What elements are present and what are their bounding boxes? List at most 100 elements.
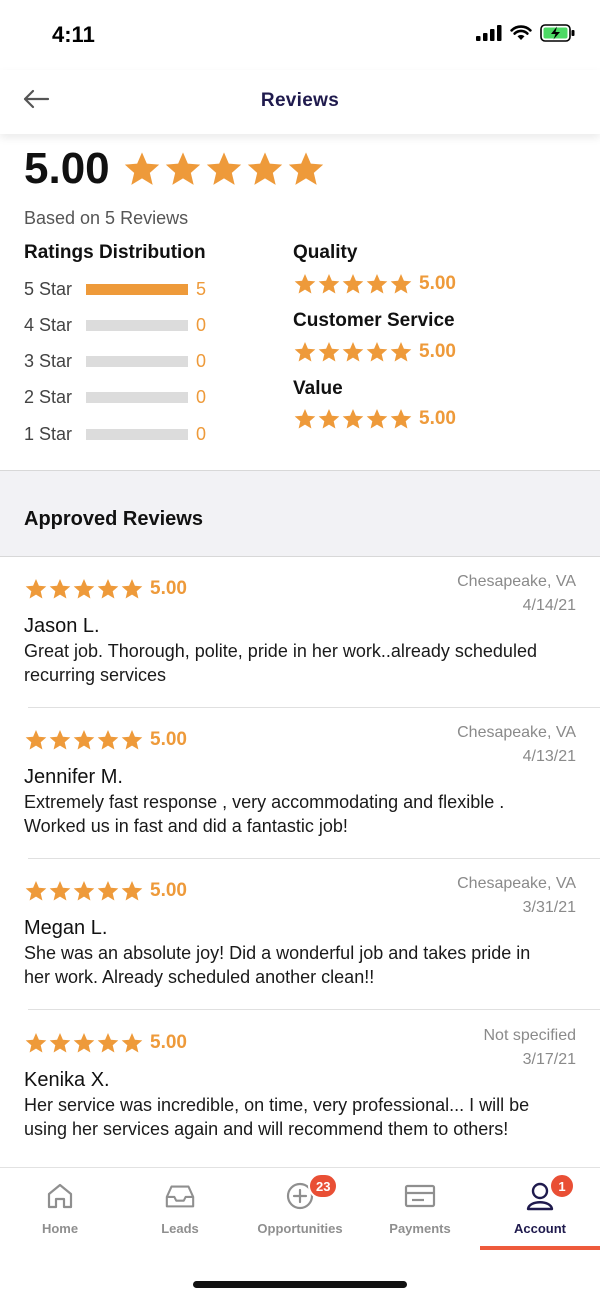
category-value: 5.00 bbox=[419, 341, 456, 362]
star-icon bbox=[318, 342, 340, 362]
star-icon bbox=[318, 409, 340, 429]
distribution-bar bbox=[86, 428, 188, 440]
star-icon bbox=[124, 152, 159, 185]
star-icon bbox=[121, 881, 143, 901]
tab-label: Opportunities bbox=[257, 1221, 343, 1236]
review-date: 3/31/21 bbox=[522, 899, 576, 916]
star-icon bbox=[294, 274, 316, 294]
category-title-value: Value bbox=[293, 378, 343, 399]
review-rating: 5.00 bbox=[24, 728, 187, 752]
tab-home[interactable]: Home bbox=[0, 1168, 120, 1248]
tab-leads[interactable]: Leads bbox=[120, 1168, 240, 1248]
review-location: Chesapeake, VA bbox=[457, 573, 576, 590]
review-location: Not specified bbox=[483, 1027, 577, 1044]
star-icon bbox=[73, 579, 95, 599]
distribution-count: 5 bbox=[196, 278, 207, 299]
tab-payments[interactable]: Payments bbox=[360, 1168, 480, 1248]
review-stars bbox=[24, 879, 144, 903]
star-icon bbox=[25, 1033, 47, 1053]
tab-label: Home bbox=[41, 1221, 79, 1236]
distribution-count: 0 bbox=[196, 386, 207, 407]
category-stars bbox=[293, 407, 413, 431]
star-icon bbox=[121, 1033, 143, 1053]
distribution-bar bbox=[86, 283, 188, 295]
battery-charging-icon bbox=[540, 24, 575, 42]
active-tab-indicator bbox=[480, 1246, 600, 1250]
distribution-title: Ratings Distribution bbox=[24, 242, 206, 263]
distribution-row-1: 1 Star 0 bbox=[24, 422, 206, 446]
distribution-count: 0 bbox=[196, 314, 207, 335]
star-icon bbox=[49, 730, 71, 750]
review-author: Kenika X. bbox=[24, 1069, 110, 1091]
review-stars bbox=[24, 728, 144, 752]
tab-account[interactable]: 1 Account bbox=[480, 1168, 600, 1248]
star-icon bbox=[294, 409, 316, 429]
category-title-customer-service: Customer Service bbox=[293, 310, 455, 331]
category-stars bbox=[293, 272, 413, 296]
tab-label: Account bbox=[514, 1221, 566, 1236]
distribution-bar bbox=[86, 391, 188, 403]
star-icon bbox=[342, 274, 364, 294]
category-stars bbox=[293, 340, 413, 364]
star-icon bbox=[121, 579, 143, 599]
distribution-bar bbox=[86, 355, 188, 367]
star-icon bbox=[49, 1033, 71, 1053]
review-text: Her service was incredible, on time, ver… bbox=[24, 1095, 530, 1139]
star-icon bbox=[49, 881, 71, 901]
star-icon bbox=[366, 409, 388, 429]
review-date: 4/13/21 bbox=[522, 748, 576, 765]
review-rating: 5.00 bbox=[24, 879, 187, 903]
review-item: 5.00 Chesapeake, VA 4/14/21 Jason L. Gre… bbox=[0, 557, 600, 708]
tab-label: Leads bbox=[161, 1221, 199, 1236]
category-title-quality: Quality bbox=[293, 242, 358, 263]
star-icon bbox=[25, 881, 47, 901]
category-value: 5.00 bbox=[419, 408, 456, 429]
approved-reviews-header: Approved Reviews bbox=[0, 470, 600, 557]
tab-opportunities[interactable]: 23 Opportunities bbox=[240, 1168, 360, 1248]
overall-stars bbox=[122, 149, 327, 189]
category-value: 5.00 bbox=[419, 273, 456, 294]
notification-badge: 23 bbox=[308, 1173, 339, 1199]
distribution-bar bbox=[86, 319, 188, 331]
star-icon bbox=[97, 579, 119, 599]
review-author: Jason L. bbox=[24, 615, 100, 637]
signal-icon bbox=[476, 25, 502, 41]
review-location: Chesapeake, VA bbox=[457, 724, 576, 741]
review-text: Extremely fast response , very accommoda… bbox=[24, 792, 505, 836]
home-icon bbox=[44, 1180, 76, 1212]
star-icon bbox=[206, 152, 241, 185]
star-icon bbox=[288, 152, 323, 185]
tab-label: Payments bbox=[389, 1221, 451, 1236]
star-icon bbox=[165, 152, 200, 185]
star-icon bbox=[318, 274, 340, 294]
review-rating: 5.00 bbox=[24, 1031, 187, 1055]
status-bar: 4:11 bbox=[0, 0, 600, 70]
review-author: Megan L. bbox=[24, 917, 108, 939]
distribution-row-3: 3 Star 0 bbox=[24, 349, 206, 373]
distribution-bar-fill bbox=[86, 283, 188, 295]
distribution-label: 1 Star bbox=[24, 423, 73, 444]
wifi-icon bbox=[510, 25, 532, 40]
distribution-row-5: 5 Star 5 bbox=[24, 277, 206, 301]
distribution-label: 2 Star bbox=[24, 386, 73, 407]
star-icon bbox=[342, 342, 364, 362]
review-rating-value: 5.00 bbox=[150, 578, 187, 599]
nav-header: Reviews bbox=[0, 70, 600, 134]
section-title: Approved Reviews bbox=[24, 508, 203, 530]
star-icon bbox=[49, 579, 71, 599]
status-icons bbox=[476, 24, 576, 42]
star-icon bbox=[121, 730, 143, 750]
bottom-tab-bar: Home Leads 23 Opportunities Payments 1 A… bbox=[0, 1167, 600, 1299]
star-icon bbox=[97, 881, 119, 901]
star-icon bbox=[247, 152, 282, 185]
distribution-label: 3 Star bbox=[24, 350, 73, 371]
review-item: 5.00 Not specified 3/17/21 Kenika X. Her… bbox=[0, 1011, 600, 1162]
distribution-count: 0 bbox=[196, 350, 207, 371]
divider bbox=[28, 1009, 600, 1010]
review-text: Great job. Thorough, polite, pride in he… bbox=[24, 641, 537, 685]
distribution-row-2: 2 Star 0 bbox=[24, 385, 206, 409]
distribution-label: 5 Star bbox=[24, 278, 73, 299]
review-rating: 5.00 bbox=[24, 577, 187, 601]
star-icon bbox=[390, 342, 412, 362]
review-author: Jennifer M. bbox=[24, 766, 123, 788]
